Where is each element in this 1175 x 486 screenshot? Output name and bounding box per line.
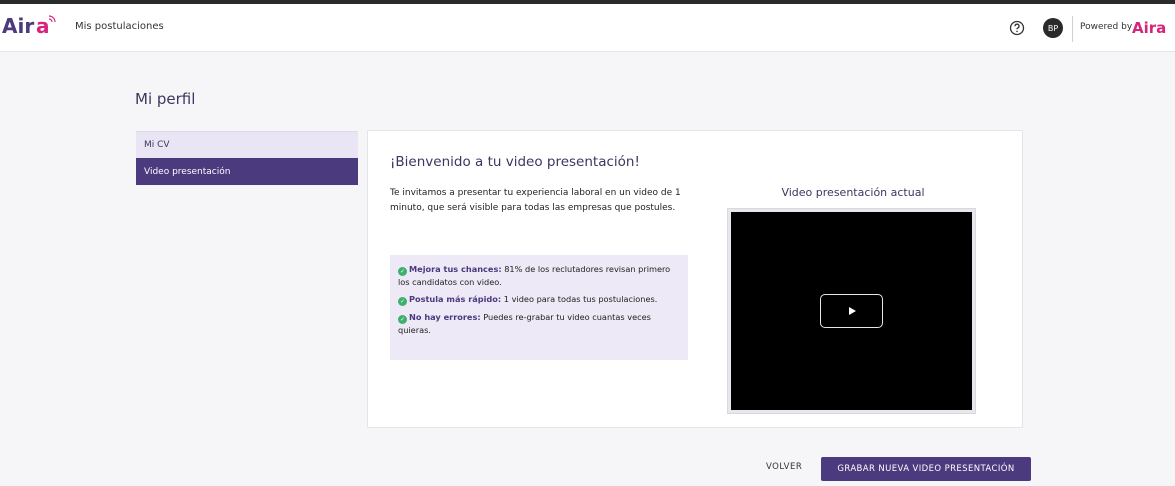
svg-text:a: a (36, 14, 50, 38)
help-icon[interactable] (1009, 20, 1025, 36)
check-circle-icon: ✓ (398, 297, 407, 306)
sidebar-item-video-presentacion[interactable]: Video presentación (136, 158, 358, 185)
page-title: Mi perfil (135, 90, 196, 108)
aira-logo[interactable]: Air a (2, 12, 58, 40)
benefit-item: ✓ No hay errores: Puedes re-grabar tu vid… (398, 311, 680, 336)
video-frame (727, 208, 976, 414)
svg-text:Aira: Aira (1132, 19, 1166, 37)
current-video-title: Video presentación actual (781, 186, 925, 199)
sidebar-item-mi-cv[interactable]: Mi CV (136, 131, 358, 158)
svg-text:Air: Air (2, 14, 34, 38)
video-player[interactable] (731, 212, 972, 410)
play-button[interactable] (820, 294, 883, 328)
nav-mis-postulaciones[interactable]: Mis postulaciones (75, 21, 164, 32)
profile-sidebar: Mi CV Video presentación (136, 131, 358, 185)
benefit-item: ✓ Postula más rápido: 1 video para todas … (398, 293, 680, 306)
aira-small-logo: Aira (1132, 19, 1166, 37)
benefit-title: No hay errores: (409, 312, 481, 322)
benefit-text: 1 video para todas tus postulaciones. (501, 294, 658, 304)
benefit-title: Mejora tus chances: (409, 264, 502, 274)
benefits-box: ✓ Mejora tus chances: 81% de los reclutad… (390, 255, 688, 360)
record-new-video-button[interactable]: GRABAR NUEVA VIDEO PRESENTACIÓN (821, 457, 1031, 481)
sidebar-item-label: Mi CV (144, 140, 170, 150)
play-icon (848, 307, 856, 315)
check-circle-icon: ✓ (398, 315, 407, 324)
sidebar-item-label: Video presentación (144, 166, 231, 177)
powered-by-label: Powered by (1080, 22, 1133, 32)
video-presentation-card: ¡Bienvenido a tu video presentación! Te … (367, 130, 1023, 428)
user-avatar[interactable]: BP (1043, 18, 1063, 38)
check-circle-icon: ✓ (398, 267, 407, 276)
benefit-item: ✓ Mejora tus chances: 81% de los reclutad… (398, 263, 680, 288)
intro-text: Te invitamos a presentar tu experiencia … (390, 188, 681, 213)
welcome-title: ¡Bienvenido a tu video presentación! (390, 154, 640, 170)
app-header: Air a Mis postulaciones BP Powered by Ai… (0, 4, 1175, 52)
benefit-title: Postula más rápido: (409, 294, 502, 304)
back-button[interactable]: VOLVER (766, 462, 802, 472)
header-divider (1072, 16, 1073, 42)
